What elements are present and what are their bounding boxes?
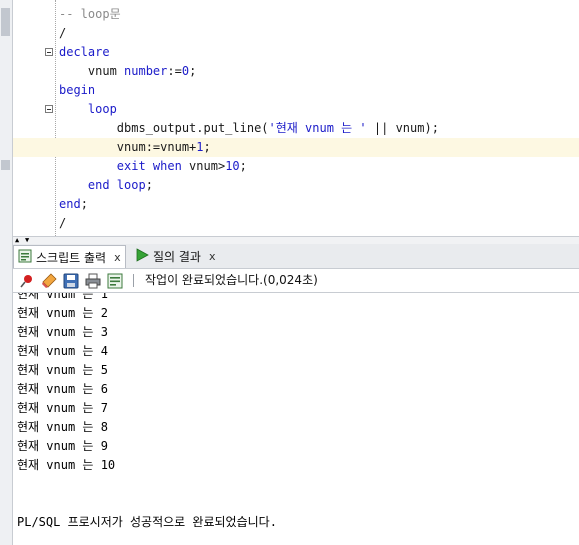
close-tab-icon[interactable]: x <box>114 251 121 264</box>
code-token: / <box>59 216 67 230</box>
code-text: declare <box>59 43 110 62</box>
code-token: vnum> <box>181 159 226 173</box>
left-panel-marker <box>1 160 10 170</box>
output-line: PL/SQL 프로시저가 성공적으로 완료되었습니다. <box>17 515 277 529</box>
code-line[interactable]: end loop; <box>13 176 579 195</box>
collapse-up-icon[interactable]: ▲ <box>15 237 19 244</box>
code-token: end loop <box>87 178 146 192</box>
output-line: 현재 vnum 는 5 <box>17 363 108 377</box>
script-output-icon <box>18 249 32 266</box>
script-output-icon[interactable] <box>107 273 123 289</box>
code-text: exit when vnum>10; <box>59 157 247 176</box>
left-panel-edge <box>0 0 13 545</box>
code-token: loop <box>87 102 117 116</box>
code-token: exit when <box>116 159 182 173</box>
code-token: vnum:=vnum+ <box>59 140 197 154</box>
code-token: declare <box>59 45 110 59</box>
output-line: 현재 vnum 는 6 <box>17 382 108 396</box>
code-token: '현재 vnum 는 ' <box>268 121 367 135</box>
code-line[interactable]: vnum number:=0; <box>13 62 579 81</box>
collapse-down-icon[interactable]: ▼ <box>25 237 29 244</box>
toolbar-separator <box>133 274 134 287</box>
code-line[interactable]: / <box>13 24 579 43</box>
close-tab-icon[interactable]: x <box>209 250 216 263</box>
code-token: dbms_output.put_line( <box>59 121 269 135</box>
print-icon[interactable] <box>85 273 101 289</box>
code-text: end; <box>59 195 88 214</box>
sql-editor[interactable]: -- loop문 / declare vnum number:=0; begin lo… <box>13 0 579 236</box>
fold-toggle-icon[interactable] <box>45 105 53 113</box>
code-line[interactable]: exit when vnum>10; <box>13 157 579 176</box>
code-line[interactable]: dbms_output.put_line('현재 vnum 는 ' || vnu… <box>13 119 579 138</box>
code-token: begin <box>59 83 96 97</box>
tab-script-output[interactable]: 스크립트 출력 x <box>13 245 126 268</box>
code-token: end <box>59 197 81 211</box>
tab-label: 질의 결과 <box>153 249 201 264</box>
output-line: 현재 vnum 는 8 <box>17 420 108 434</box>
code-text: loop <box>59 100 117 119</box>
code-line[interactable]: -- loop문 <box>13 5 579 24</box>
fold-toggle-icon[interactable] <box>45 48 53 56</box>
output-line: 현재 vnum 는 10 <box>17 458 116 472</box>
output-line: 현재 vnum 는 3 <box>17 325 108 339</box>
code-line[interactable]: end; <box>13 195 579 214</box>
output-line: 현재 vnum 는 1 <box>17 293 108 301</box>
status-message: 작업이 완료되었습니다.(0,024초) <box>145 273 318 287</box>
output-line: 현재 vnum 는 2 <box>17 306 108 320</box>
output-line: 현재 vnum 는 4 <box>17 344 108 358</box>
left-panel-scroll-thumb[interactable] <box>1 8 10 36</box>
code-token: ; <box>145 178 153 192</box>
code-text: / <box>59 214 66 233</box>
code-token: 10 <box>225 159 240 173</box>
save-icon[interactable] <box>63 273 79 289</box>
code-line[interactable]: loop <box>13 100 579 119</box>
script-output-panel[interactable]: 현재 vnum 는 1 현재 vnum 는 2 현재 vnum 는 3 현재 vnum… <box>13 293 579 545</box>
code-line[interactable]: / <box>13 214 579 233</box>
code-text: / <box>59 24 66 43</box>
code-token: vnum <box>59 64 125 78</box>
code-token: 1 <box>196 140 204 154</box>
code-text: end loop; <box>59 176 153 195</box>
code-line[interactable]: begin <box>13 81 579 100</box>
output-line: 현재 vnum 는 9 <box>17 439 108 453</box>
tab-query-result[interactable]: 질의 결과 x <box>131 245 220 267</box>
output-line: 현재 vnum 는 7 <box>17 401 108 415</box>
code-token: number <box>124 64 168 78</box>
code-text: begin <box>59 81 95 100</box>
code-text: -- loop문 <box>59 5 121 24</box>
code-token: ; <box>203 140 211 154</box>
code-line[interactable]: declare <box>13 43 579 62</box>
code-token: ; <box>80 197 88 211</box>
run-query-icon <box>135 247 149 265</box>
code-token: := <box>167 64 182 78</box>
code-text: dbms_output.put_line('현재 vnum 는 ' || vnu… <box>59 119 439 138</box>
code-token: ; <box>239 159 247 173</box>
clear-eraser-icon[interactable] <box>41 273 57 289</box>
code-token: / <box>59 26 67 40</box>
code-token: ; <box>189 64 197 78</box>
code-token: || vnum); <box>366 121 439 135</box>
pin-icon[interactable] <box>19 273 35 289</box>
code-line[interactable]: vnum:=vnum+1; <box>13 138 579 157</box>
output-toolbar: 작업이 완료되었습니다.(0,024초) <box>13 269 579 293</box>
code-token: -- loop문 <box>59 7 121 21</box>
tab-label: 스크립트 출력 <box>36 250 107 265</box>
code-text: vnum:=vnum+1; <box>59 138 211 157</box>
code-text: vnum number:=0; <box>59 62 196 81</box>
output-tab-bar: 스크립트 출력 x 질의 결과 x <box>13 244 579 269</box>
code-token: 0 <box>181 64 190 78</box>
